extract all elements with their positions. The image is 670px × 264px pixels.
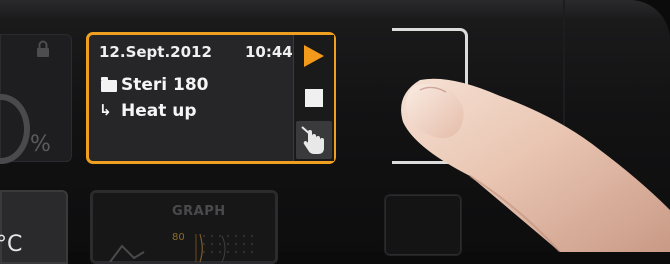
finger-photo	[401, 78, 670, 252]
